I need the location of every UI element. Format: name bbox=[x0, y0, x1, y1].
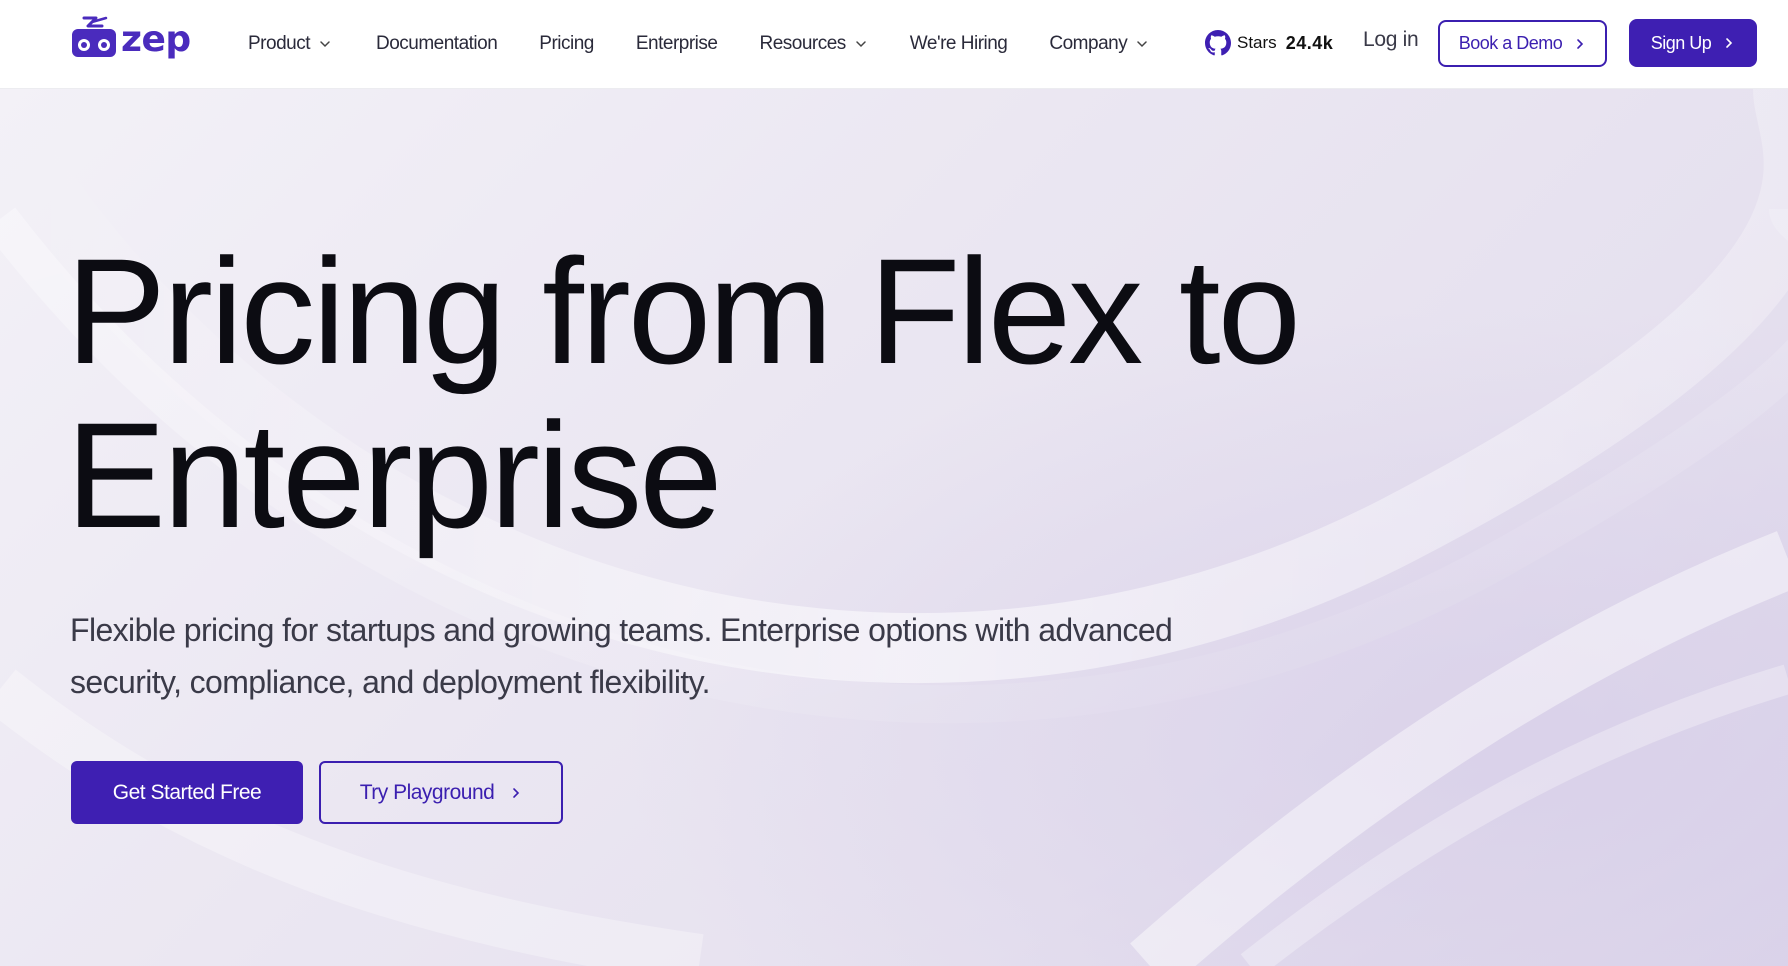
try-playground-button[interactable]: Try Playground bbox=[319, 761, 563, 824]
top-nav: zep Product Documentation Pricing Enterp… bbox=[0, 0, 1788, 89]
chevron-down-icon bbox=[1137, 41, 1147, 48]
book-demo-button[interactable]: Book a Demo bbox=[1438, 20, 1607, 67]
nav-item-product[interactable]: Product bbox=[248, 33, 332, 55]
nav-item-label: Pricing bbox=[539, 33, 594, 54]
github-stars-count: 24.4k bbox=[1285, 32, 1334, 53]
login-link[interactable]: Log in bbox=[1363, 28, 1419, 52]
nav-item-hiring[interactable]: We're Hiring bbox=[910, 33, 1008, 55]
chevron-right-icon bbox=[1577, 38, 1584, 49]
brand-name: zep bbox=[121, 19, 191, 60]
nav-item-company[interactable]: Company bbox=[1049, 33, 1149, 55]
title-line-2: Enterprise bbox=[66, 391, 723, 559]
nav-item-label: Enterprise bbox=[635, 33, 718, 54]
chevron-right-icon bbox=[1726, 38, 1733, 48]
hero-section: Pricing from Flex to Enterprise Flexible… bbox=[0, 89, 1788, 966]
get-started-button[interactable]: Get Started Free bbox=[71, 761, 303, 824]
github-stars-label: Stars bbox=[1237, 33, 1277, 52]
chevron-down-icon bbox=[856, 41, 866, 48]
nav-item-label: Documentation bbox=[375, 33, 498, 54]
page: zep Product Documentation Pricing Enterp… bbox=[0, 0, 1788, 966]
robot-radio-logo-icon bbox=[72, 16, 116, 57]
nav-item-pricing[interactable]: Pricing bbox=[539, 33, 594, 55]
try-playground-label: Try Playground bbox=[359, 780, 495, 804]
nav-item-documentation[interactable]: Documentation bbox=[375, 33, 498, 55]
chevron-right-icon bbox=[513, 787, 520, 798]
hero-subtitle: Flexible pricing for startups and growin… bbox=[70, 604, 1200, 708]
book-demo-label: Book a Demo bbox=[1458, 33, 1563, 53]
nav-links: Product Documentation Pricing Enterprise… bbox=[248, 0, 1191, 88]
nav-item-resources[interactable]: Resources bbox=[759, 33, 867, 55]
nav-item-label: We're Hiring bbox=[909, 33, 1008, 54]
sign-up-label: Sign Up bbox=[1650, 32, 1712, 53]
logo[interactable]: zep bbox=[70, 16, 191, 60]
nav-item-enterprise[interactable]: Enterprise bbox=[636, 33, 718, 55]
page-title: Pricing from Flex to Enterprise bbox=[66, 229, 1366, 557]
github-stars-link[interactable]: Stars 24.4k bbox=[1205, 28, 1333, 58]
sign-up-button[interactable]: Sign Up bbox=[1629, 19, 1757, 67]
title-line-1: Pricing from Flex to bbox=[66, 227, 1301, 395]
github-icon bbox=[1205, 30, 1231, 56]
subtitle-line-1: Flexible pricing for startups and growin… bbox=[70, 612, 1173, 648]
nav-item-label: Product bbox=[248, 33, 310, 54]
subtitle-line-2: security, compliance, and deployment fle… bbox=[70, 664, 711, 700]
nav-item-label: Resources bbox=[759, 33, 846, 54]
nav-item-label: Company bbox=[1049, 33, 1128, 54]
chevron-down-icon bbox=[320, 41, 330, 48]
